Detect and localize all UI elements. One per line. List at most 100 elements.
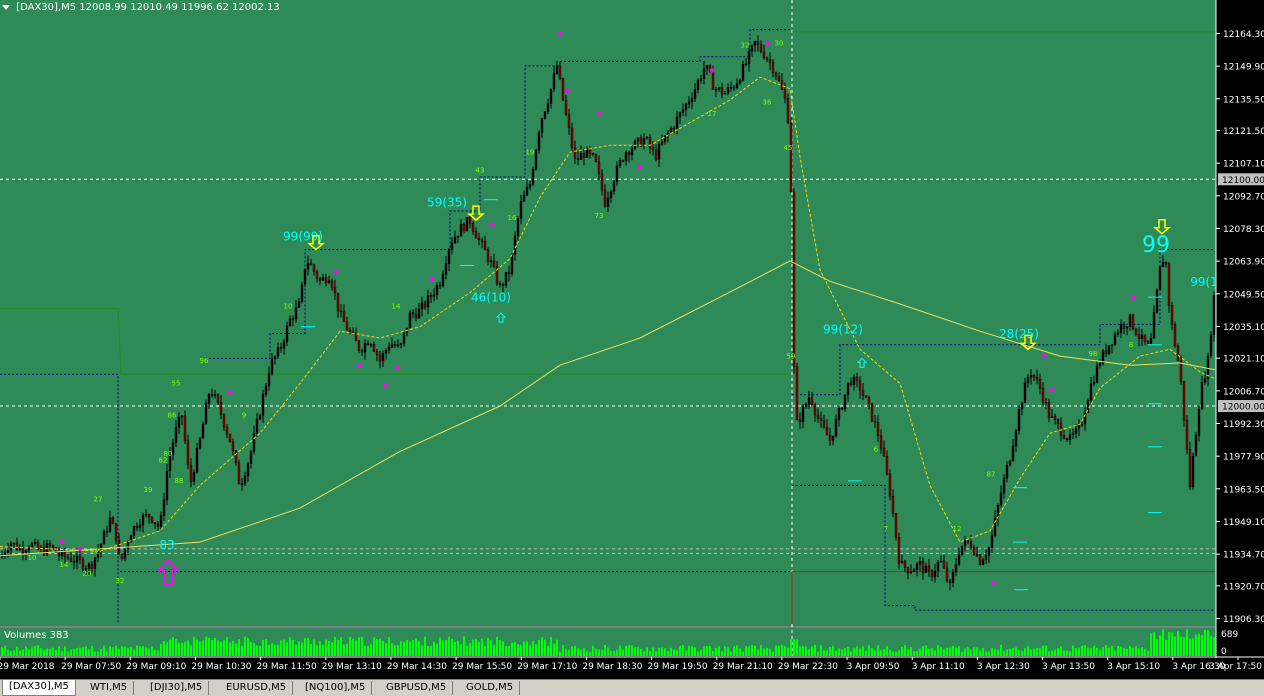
signal-label: 83 (159, 538, 174, 552)
candle-body (1107, 345, 1111, 354)
point-label: 86 (168, 411, 177, 419)
tab-gold[interactable]: GOLD,M5 (460, 681, 521, 695)
candle-body (774, 72, 778, 77)
candle-body (555, 65, 559, 74)
price-tick-label: 12021.10 (1223, 355, 1264, 365)
candle-body (489, 260, 493, 262)
tab-wti[interactable]: WTI,M5 (84, 681, 135, 695)
point-label: 12 (953, 525, 962, 533)
candle-body (810, 397, 814, 405)
point-label: 30 (775, 39, 784, 47)
candle-body (888, 473, 892, 497)
candle-body (1080, 423, 1084, 426)
candle-body (657, 144, 661, 160)
candle-body (156, 523, 160, 527)
price-tick-label: 12135.50 (1223, 95, 1264, 105)
candle-body (216, 394, 220, 403)
candle-body (162, 499, 166, 516)
time-tick-label: 29 Mar 13:10 (322, 662, 382, 672)
candle-body (540, 118, 544, 133)
candle-body (1122, 324, 1126, 329)
volume-min-label: 0 (1221, 647, 1227, 657)
tab-gbpusd[interactable]: GBPUSD,M5 (380, 681, 454, 695)
price-chart[interactable]: 10142022273239628086558896910 14431619173… (0, 0, 1264, 679)
candle-body (687, 101, 691, 105)
candle-body (1200, 381, 1204, 410)
candle-body (702, 68, 706, 79)
candle-body (522, 195, 526, 202)
candle-body (816, 414, 820, 419)
candle-body (651, 147, 655, 151)
candle-body (804, 404, 808, 408)
candle-body (210, 394, 214, 396)
candle-body (534, 149, 538, 170)
magenta-dot (1049, 388, 1055, 393)
magenta-dot (394, 365, 400, 370)
magenta-dot (991, 580, 997, 586)
candle-body (279, 347, 283, 349)
candle-body (942, 560, 946, 569)
tab-dji30[interactable]: [DJI30],M5 (144, 681, 210, 695)
candle-body (57, 552, 61, 556)
point-label: 8 (1129, 341, 1133, 349)
candle-body (924, 565, 928, 573)
candle-body (573, 147, 577, 159)
tab-dax30[interactable]: [DAX30],M5 (2, 680, 76, 696)
candle-body (1191, 455, 1195, 488)
candle-body (762, 51, 766, 59)
candle-body (531, 169, 535, 185)
candle-body (1143, 334, 1147, 342)
candle-body (3, 552, 7, 556)
dropdown-triangle-icon[interactable] (2, 4, 10, 10)
point-label: 55 (172, 380, 181, 388)
candle-body (1158, 266, 1162, 291)
point-label: 7 (884, 525, 888, 533)
candle-body (201, 423, 205, 439)
candle-body (660, 141, 664, 145)
candle-body (144, 514, 148, 516)
candle-body (135, 526, 139, 529)
tab-nq100[interactable]: [NQ100],M5 (299, 681, 373, 695)
candle-body (1098, 363, 1102, 366)
candle-body (348, 330, 352, 333)
candle-body (759, 44, 763, 52)
candle-body (108, 517, 112, 532)
candle-body (1137, 334, 1141, 339)
candle-body (336, 292, 340, 312)
candle-body (576, 158, 580, 160)
candle-body (777, 75, 781, 81)
candle-body (366, 343, 370, 346)
price-tick-label: 11963.50 (1223, 485, 1264, 495)
candle-body (273, 356, 277, 359)
candle-body (228, 433, 232, 443)
candle-body (699, 78, 703, 81)
time-tick-label: 29 Mar 18:30 (582, 662, 642, 672)
candle-body (609, 191, 613, 199)
candle-body (690, 98, 694, 103)
candle-body (789, 122, 793, 193)
time-tick-label: 3 Apr 15:10 (1107, 662, 1160, 672)
time-tick-label: 29 Mar 22:30 (778, 662, 838, 672)
candle-body (1134, 328, 1138, 335)
candle-body (732, 86, 736, 89)
candle-body (606, 197, 610, 207)
symbol-tab-bar: [DAX30],M5 WTI,M5 [DJI30],M5 EURUSD,M5 [… (0, 679, 1264, 696)
symbol-title: [DAX30],M5 (16, 2, 77, 13)
candle-body (900, 560, 904, 564)
candle-body (1017, 409, 1021, 431)
candle-body (693, 89, 697, 99)
candle-body (1131, 314, 1135, 330)
magenta-dot (1041, 353, 1047, 359)
candle-body (321, 277, 325, 281)
chart-window[interactable]: [DAX30],M5 12008.99 12010.49 11996.62 12… (0, 0, 1264, 696)
candle-body (1065, 438, 1069, 440)
candle-body (537, 132, 541, 151)
candle-body (792, 191, 796, 367)
candle-body (1149, 338, 1153, 344)
tab-eurusd[interactable]: EURUSD,M5 (220, 681, 294, 695)
candle-body (513, 235, 517, 255)
candle-body (753, 41, 757, 46)
point-label: 20 (83, 570, 92, 578)
ohlc-close: 12002.13 (232, 2, 280, 13)
price-tick-label: 11934.70 (1223, 551, 1264, 561)
